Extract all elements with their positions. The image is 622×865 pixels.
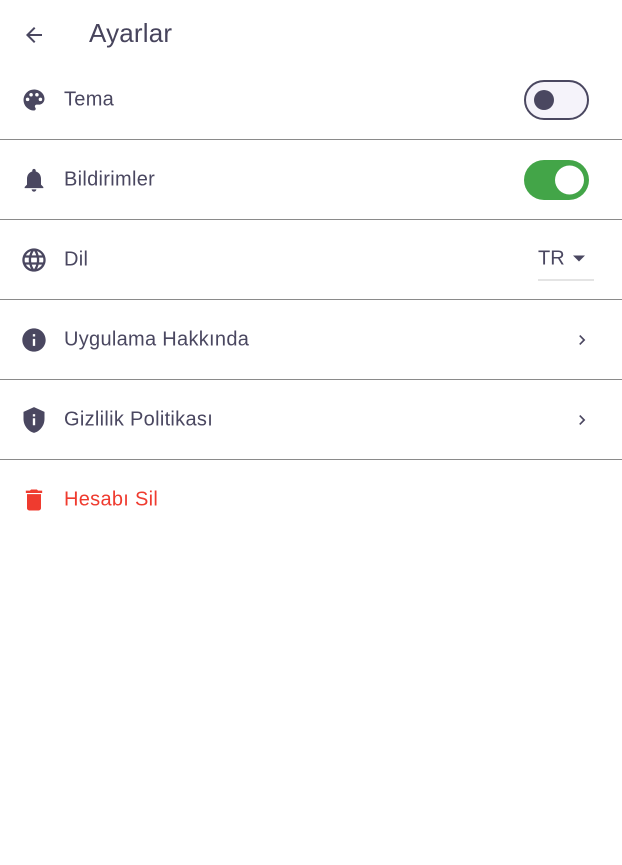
app-bar: Ayarlar xyxy=(0,0,622,70)
shield-icon xyxy=(20,406,48,434)
settings-row-language: Dil TR xyxy=(0,220,622,300)
language-dropdown[interactable]: TR xyxy=(538,239,594,280)
settings-row-privacy[interactable]: Gizlilik Politikası xyxy=(0,380,622,460)
palette-icon xyxy=(20,86,48,114)
page-title: Ayarlar xyxy=(89,18,173,48)
chevron-right-icon xyxy=(572,330,592,350)
language-value: TR xyxy=(538,247,565,269)
chevron-right-icon xyxy=(572,410,592,430)
delete-account-label: Hesabı Sil xyxy=(64,488,159,510)
trash-icon xyxy=(20,486,48,514)
settings-row-theme: Tema xyxy=(0,70,622,140)
notifications-toggle-knob xyxy=(555,165,584,194)
bell-icon xyxy=(20,166,48,194)
caret-down-icon xyxy=(573,255,585,261)
settings-row-notifications: Bildirimler xyxy=(0,140,622,220)
theme-toggle-knob xyxy=(534,90,554,110)
globe-icon xyxy=(20,246,48,274)
notifications-label: Bildirimler xyxy=(64,168,156,190)
language-label: Dil xyxy=(64,248,89,270)
privacy-label: Gizlilik Politikası xyxy=(64,408,214,430)
theme-label: Tema xyxy=(64,88,115,111)
back-button[interactable] xyxy=(16,20,52,50)
about-label: Uygulama Hakkında xyxy=(64,328,250,350)
settings-row-about[interactable]: Uygulama Hakkında xyxy=(0,300,622,380)
arrow-back-icon xyxy=(26,27,42,43)
theme-toggle[interactable] xyxy=(524,80,589,120)
settings-row-delete-account[interactable]: Hesabı Sil xyxy=(0,460,622,539)
notifications-toggle[interactable] xyxy=(524,159,589,200)
info-icon xyxy=(20,326,48,354)
